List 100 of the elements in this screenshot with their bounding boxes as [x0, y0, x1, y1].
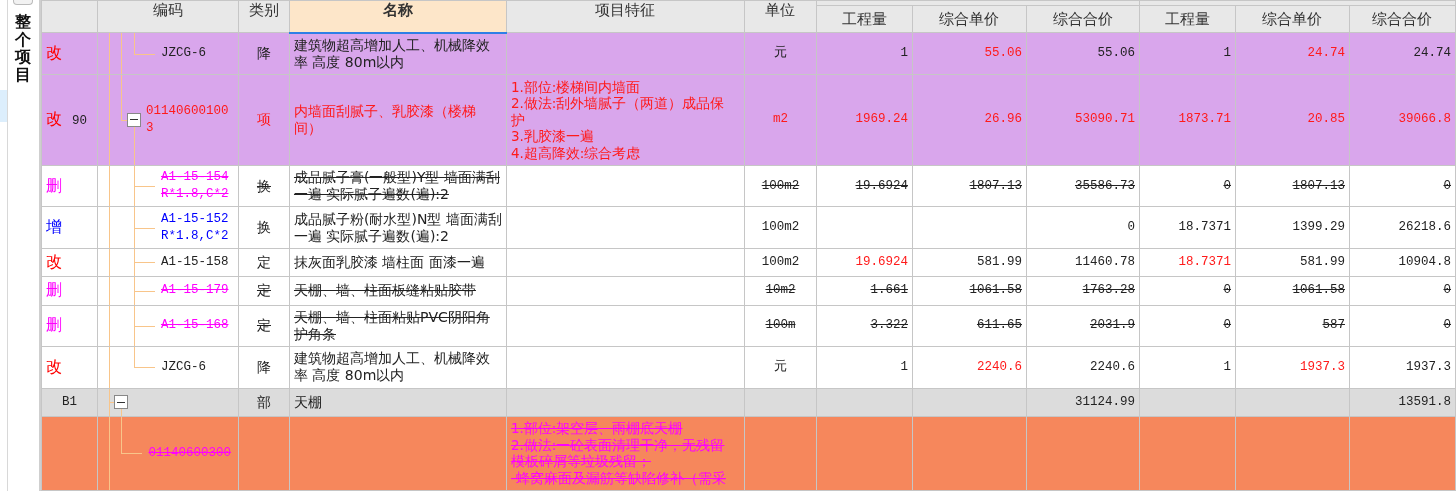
- column-header[interactable]: 编码: [97, 0, 239, 33]
- table-cell: 31124.99: [1026, 388, 1140, 417]
- table-cell: 建筑物超高增加人工、机械降效率 高度 80m以内: [289, 346, 507, 389]
- table-row[interactable]: B1 部 天棚 31124.99 13591.8: [41, 388, 1456, 417]
- column-header[interactable]: 综合单价: [912, 5, 1027, 33]
- table-row[interactable]: 删 A1-15-168 定 天棚、墙、柱面粘贴PVC阴阳角护角条 100m 3.322 611.65 2031.9 0 587 0: [41, 305, 1456, 347]
- status-label: 改: [45, 43, 62, 62]
- table-cell: 587: [1235, 305, 1350, 347]
- table-cell: 0: [1349, 305, 1456, 347]
- column-header[interactable]: 类别: [238, 0, 290, 33]
- feature-line: 2.做法:刮外墙腻子（两道）成品保护: [510, 95, 726, 129]
- table-row[interactable]: 改 A1-15-158 定 抹灰面乳胶漆 墙柱面 面漆一遍 100m2 19.6924 581.99 11460.78 18.7371 581.99 10904.8: [41, 248, 1456, 277]
- feature-line: 1.部位:架空层、雨棚底天棚: [510, 420, 684, 437]
- table-cell: 1: [1139, 32, 1236, 75]
- table-cell: 35586.73: [1026, 165, 1140, 207]
- table-cell: 11460.78: [1026, 248, 1140, 277]
- table-cell: 0: [1139, 276, 1236, 305]
- feature-line: -蜂窝麻面及漏筋等缺陷修补（需采: [510, 469, 727, 487]
- table-cell: 建筑物超高增加人工、机械降效率 高度 80m以内: [289, 32, 507, 75]
- table-row[interactable]: 增 A1-15-152 R*1.8,C*2 换 成品腻子粉(耐水型)N型 墙面满刮一遍 实际腻子遍数(遍):2 100m2 0 18.7371 1399.29 26218.6: [41, 206, 1456, 249]
- table-cell: 10904.8: [1349, 248, 1456, 277]
- table-cell: 100m2: [744, 206, 817, 249]
- table-cell: 天棚、墙、柱面板缝粘贴胶带: [289, 276, 507, 305]
- table-cell: 抹灰面乳胶漆 墙柱面 面漆一遍: [289, 248, 507, 277]
- table-row[interactable]: 改 JZCG-6 降 建筑物超高增加人工、机械降效率 高度 80m以内 元 1 55.06 55.06 1 24.74 24.74: [41, 32, 1456, 75]
- table-cell: 元: [744, 32, 817, 75]
- table-cell: 2240.6: [912, 346, 1027, 389]
- feature-line: 1.部位:楼梯间内墙面: [510, 78, 642, 96]
- feature-line: 2.做法:一砼表面清理干净，无残留模板碎屑等垃圾残留；: [510, 436, 726, 470]
- item-code: 01140600300: [148, 444, 232, 462]
- table-cell: 1937.3: [1235, 346, 1350, 389]
- table-cell: 天棚、墙、柱面粘贴PVC阴阳角护角条: [289, 305, 507, 347]
- table-cell: 0: [1139, 165, 1236, 207]
- table-cell: 24.74: [1235, 32, 1350, 75]
- table-row[interactable]: 改 90 011406001003 项 内墙面刮腻子、乳胶漆（楼梯间） 1.部位:楼梯间内墙面 2.做法:刮外墙腻子（两道）成品保护 3.乳胶漆一遍 4.超高降效:综合考虑 m2 1969.24 26.96 53090.71 1873.71 20.85 39066.8: [41, 74, 1456, 166]
- table-cell: 部: [238, 388, 290, 417]
- table-cell: 20.85: [1235, 74, 1350, 166]
- table-cell: 26.96: [912, 74, 1027, 166]
- table-cell: 0: [1139, 305, 1236, 347]
- item-code: 011406001003: [145, 102, 230, 137]
- table-cell: 天棚: [289, 388, 507, 417]
- item-code: A1-15-158: [160, 253, 230, 271]
- table-cell: 换: [238, 165, 290, 207]
- feature-line: 3.乳胶漆一遍: [510, 128, 595, 145]
- table-cell: 3.322: [816, 305, 913, 347]
- table-row[interactable]: 删 A1-15-154 R*1.8,C*2 换 成品腻子膏(一般型)Y型 墙面满刮一遍 实际腻子遍数(遍):2 100m2 19.6924 1807.13 35586.73 0 1807.13 0: [41, 165, 1456, 207]
- table-cell: 成品腻子粉(耐水型)N型 墙面满刮一遍 实际腻子遍数(遍):2: [289, 206, 507, 249]
- column-header[interactable]: 单位: [744, 0, 817, 33]
- side-panel-title[interactable]: 整个项目: [15, 13, 32, 84]
- table-cell: 内墙面刮腻子、乳胶漆（楼梯间）: [289, 74, 507, 166]
- column-header[interactable]: 工程量: [1139, 5, 1236, 33]
- column-header[interactable]: 工程量: [816, 5, 913, 33]
- status-label: 增: [45, 217, 62, 237]
- column-header[interactable]: 综合单价: [1235, 5, 1350, 33]
- table-cell: 1937.3: [1349, 346, 1456, 389]
- table-cell: 55.06: [1026, 32, 1140, 75]
- collapse-toggle[interactable]: [126, 112, 141, 127]
- table-cell: 39066.8: [1349, 74, 1456, 166]
- collapse-toggle[interactable]: [114, 395, 129, 410]
- table-cell: 降: [238, 32, 290, 75]
- status-label: 删: [45, 315, 62, 335]
- column-header[interactable]: 项目特征: [506, 0, 745, 33]
- table-cell: m2: [744, 74, 817, 166]
- table-cell: 13591.8: [1349, 388, 1456, 417]
- status-label: 改: [45, 109, 62, 129]
- status-label: 删: [45, 175, 62, 195]
- table-cell: 1807.13: [1235, 165, 1350, 207]
- table-cell: 1: [816, 32, 913, 75]
- feature-line: 4.超高降效:综合考虑: [510, 144, 642, 162]
- table-row[interactable]: 改 JZCG-6 降 建筑物超高增加人工、机械降效率 高度 80m以内 元 1 2240.6 2240.6 1 1937.3 1937.3: [41, 346, 1456, 389]
- item-code: A1-15-152 R*1.8,C*2: [160, 210, 230, 245]
- table-row[interactable]: 删 A1-15-179 定 天棚、墙、柱面板缝粘贴胶带 10m2 1.661 1061.58 1763.28 0 1061.58 0: [41, 276, 1456, 305]
- row-number: 90: [71, 114, 87, 129]
- table-cell: 581.99: [912, 248, 1027, 277]
- status-label: 删: [45, 280, 62, 300]
- table-cell: 1399.29: [1235, 206, 1350, 249]
- table-cell: 0: [1349, 165, 1456, 207]
- table-cell: 0: [1026, 206, 1140, 249]
- table-cell: 换: [238, 206, 290, 249]
- table-cell: 24.74: [1349, 32, 1456, 75]
- item-code: A1-15-179: [160, 282, 230, 300]
- tree-lines-drawing: [108, 207, 156, 248]
- panel-toggle-button[interactable]: [13, 0, 34, 5]
- table-cell: 1061.58: [912, 276, 1027, 305]
- table-cell: 100m: [744, 305, 817, 347]
- column-header[interactable]: 名称: [289, 0, 507, 33]
- table-cell: 1: [1139, 346, 1236, 389]
- table-cell: 10m2: [744, 276, 817, 305]
- table-cell: 降: [238, 346, 290, 389]
- column-header[interactable]: 综合合价: [1026, 5, 1140, 33]
- table-cell: 定: [238, 305, 290, 347]
- table-cell: 1763.28: [1026, 276, 1140, 305]
- table-cell: B1: [41, 388, 98, 417]
- selection-highlight: [0, 90, 7, 122]
- table-cell: 55.06: [912, 32, 1027, 75]
- table-cell: 元: [744, 346, 817, 389]
- table-cell: 0: [1349, 276, 1456, 305]
- column-header[interactable]: 综合合价: [1349, 5, 1456, 33]
- table-cell: 1061.58: [1235, 276, 1350, 305]
- status-label: 改: [45, 356, 62, 376]
